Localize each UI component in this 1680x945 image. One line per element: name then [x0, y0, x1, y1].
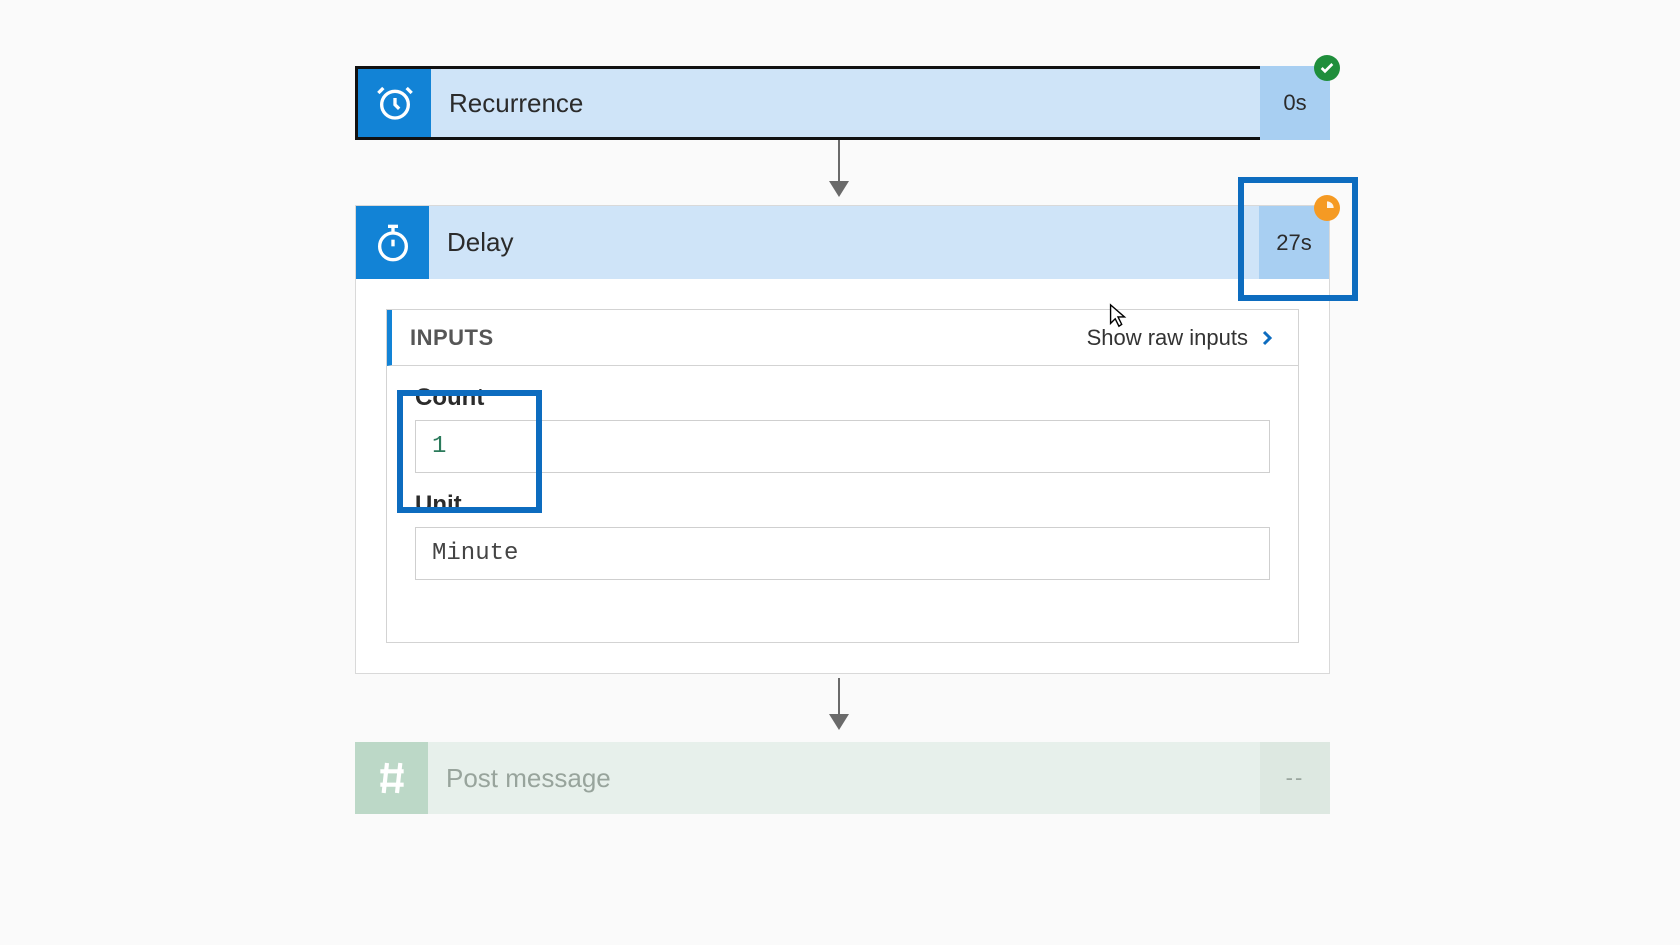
success-badge-icon — [1314, 55, 1340, 81]
inputs-box: INPUTS Show raw inputs Count 1 Unit Minu… — [386, 309, 1299, 643]
step-title: Delay — [429, 206, 1259, 279]
field-unit: Unit Minute — [387, 473, 1298, 580]
chevron-right-icon — [1258, 325, 1276, 351]
field-unit-label: Unit — [415, 491, 1270, 519]
show-raw-inputs-label: Show raw inputs — [1087, 325, 1248, 351]
field-count-value[interactable]: 1 — [415, 420, 1270, 473]
field-unit-value[interactable]: Minute — [415, 527, 1270, 580]
flow-run-canvas: Recurrence 0s Delay 27s INPUTS Show raw … — [0, 0, 1680, 945]
step-title: Post message — [428, 742, 1260, 814]
field-count-label: Count — [415, 384, 1270, 412]
inputs-header: INPUTS Show raw inputs — [387, 310, 1298, 366]
connector-arrow-icon — [838, 140, 840, 195]
connector-arrow-icon — [838, 678, 840, 728]
hash-icon — [355, 742, 428, 814]
running-badge-icon — [1314, 195, 1340, 221]
step-delay[interactable]: Delay 27s — [355, 205, 1330, 279]
stopwatch-icon — [356, 206, 429, 279]
show-raw-inputs-link[interactable]: Show raw inputs — [1087, 325, 1276, 351]
step-title: Recurrence — [431, 69, 1260, 137]
step-recurrence[interactable]: Recurrence 0s — [355, 66, 1330, 140]
alarm-clock-icon — [358, 69, 431, 137]
delay-inputs-panel: INPUTS Show raw inputs Count 1 Unit Minu… — [355, 279, 1330, 674]
inputs-header-label: INPUTS — [392, 325, 494, 351]
field-count: Count 1 — [387, 366, 1298, 473]
step-duration: -- — [1260, 742, 1330, 814]
step-post-message[interactable]: Post message -- — [355, 742, 1330, 814]
